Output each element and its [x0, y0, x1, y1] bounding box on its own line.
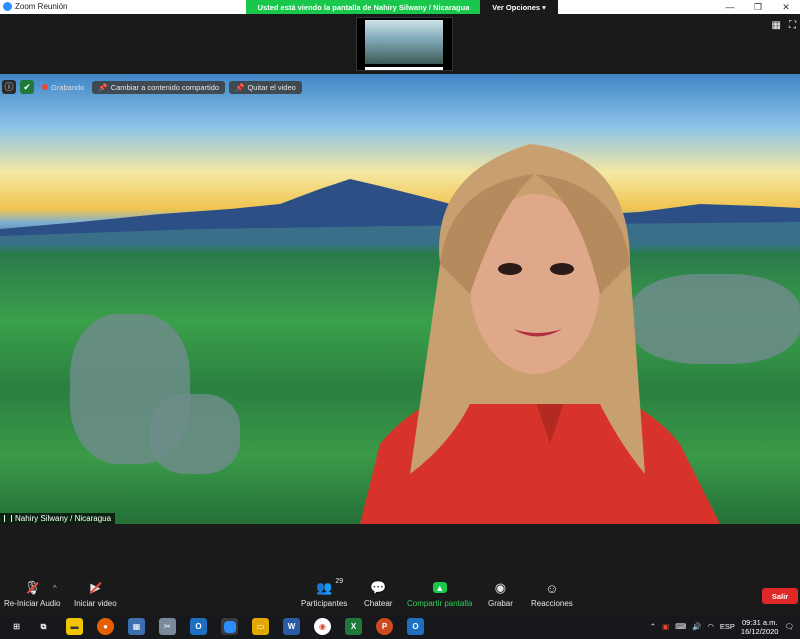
zoom-taskbar-icon[interactable] [221, 618, 238, 635]
window-title: Zoom Reunión [15, 2, 68, 11]
firefox-icon[interactable]: ● [97, 618, 114, 635]
info-icon[interactable]: ⓘ [2, 80, 16, 94]
view-options-label: Ver Opciones [492, 2, 541, 12]
chat-button[interactable]: 💬 Chatear [364, 580, 392, 608]
thumbnail-strip: ▦ ⛶ [0, 14, 800, 74]
remove-video-label: Quitar el video [247, 82, 296, 92]
volume-icon[interactable]: 🔊 [692, 622, 701, 631]
share-label: Compartir pantalla [407, 599, 473, 608]
participants-label: Participantes [301, 599, 348, 608]
clock-date: 16/12/2020 [740, 626, 779, 636]
minimize-button[interactable]: — [716, 0, 744, 14]
maximize-button[interactable]: ❐ [744, 0, 772, 14]
thumbnail-viewport-indicator [365, 67, 443, 70]
chat-bubble-icon: 💬 [370, 580, 387, 595]
audio-options-chevron-icon[interactable]: ^ [53, 584, 57, 593]
calculator-icon[interactable]: ▦ [128, 618, 145, 635]
word-icon[interactable]: W [283, 618, 300, 635]
participant-name-tag: Nahiry Silwany / Nicaragua [0, 513, 116, 524]
switch-to-shared-content-button[interactable]: 📌 Cambiar a contenido compartido [92, 80, 226, 94]
signal-strength-icon [4, 515, 12, 522]
antivirus-icon[interactable]: ▣ [662, 622, 669, 631]
pin-icon: 📌 [235, 82, 245, 92]
meeting-toolbar: 🎙 Re-Iniciar Audio ^ ▶ Iniciar video 👥 29… [0, 524, 800, 614]
thumbnail-image [365, 20, 443, 64]
keyboard-icon[interactable]: ⌨ [675, 622, 686, 631]
notifications-icon[interactable]: 🗨 [784, 622, 794, 631]
reactions-button[interactable]: ☺ Reacciones [531, 580, 573, 609]
view-options-button[interactable]: Ver Opciones ▾ [480, 0, 558, 14]
meeting-overlay-controls: ⓘ ✔ Grabando 📌 Cambiar a contenido compa… [2, 80, 302, 94]
participants-icon: 👥 29 [316, 578, 344, 595]
share-banner-message: Usted está viendo la pantalla de Nahiry … [257, 2, 470, 12]
chat-label: Chatear [364, 599, 393, 608]
audio-label: Re-Iniciar Audio [4, 599, 61, 608]
video-label: Iniciar video [74, 599, 117, 608]
shared-screen-thumbnail[interactable] [356, 17, 453, 71]
share-screen-button[interactable]: ▲ Compartir pantalla [407, 580, 472, 608]
app-title-group: Zoom Reunión [3, 2, 67, 11]
security-shield-icon[interactable]: ✔ [20, 80, 34, 94]
excel-icon[interactable]: X [345, 618, 362, 635]
microphone-muted-icon: 🎙 [23, 580, 41, 595]
record-icon: ◉ [494, 580, 507, 595]
participant-video-person [360, 144, 720, 524]
leave-meeting-button[interactable]: Salir [762, 588, 798, 604]
chevron-down-icon: ▾ [542, 2, 546, 12]
sticky-notes-icon[interactable]: ▬ [66, 618, 83, 635]
participants-button[interactable]: 👥 29 Participantes [301, 578, 348, 608]
clock[interactable]: 09:31 a.m. 16/12/2020 [741, 618, 779, 636]
gallery-view-icon[interactable]: ▦ [772, 20, 781, 31]
view-controls: ▦ ⛶ [772, 20, 796, 31]
record-button[interactable]: ◉ Grabar [488, 580, 513, 608]
participants-count: 29 [335, 578, 344, 585]
outlook-icon[interactable]: O [190, 618, 207, 635]
share-banner: Usted está viendo la pantalla de Nahiry … [246, 0, 558, 14]
wifi-icon[interactable]: ◠ [707, 622, 714, 631]
participant-name: Nahiry Silwany / Nicaragua [15, 514, 112, 523]
window-controls: — ❐ ✕ [716, 0, 800, 14]
snipping-tool-icon[interactable]: ✂ [159, 618, 176, 635]
start-button-windows-icon[interactable]: ⊞ [8, 618, 25, 635]
system-tray: ⌃ ▣ ⌨ 🔊 ◠ ESP 09:31 a.m. 16/12/2020 🗨 [650, 614, 800, 639]
recording-dot-icon [42, 84, 48, 90]
window-titlebar: Zoom Reunión Usted está viendo la pantal… [0, 0, 800, 14]
clock-time: 09:31 a.m. [741, 617, 778, 627]
smiley-plus-icon: ☺ [545, 580, 559, 596]
switch-content-label: Cambiar a contenido compartido [110, 82, 220, 92]
input-language[interactable]: ESP [720, 622, 735, 631]
windows-taskbar: ⊞ ⧉ ▬ ● ▦ ✂ O ▭ W ◉ X P O ⌃ ▣ ⌨ 🔊 ◠ ESP … [0, 614, 800, 639]
chevron-up-icon[interactable]: ⌃ [650, 622, 656, 631]
task-view-icon[interactable]: ⧉ [35, 618, 52, 635]
background-lake [150, 394, 240, 474]
audio-button[interactable]: 🎙 Re-Iniciar Audio [4, 580, 60, 608]
chrome-icon[interactable]: ◉ [314, 618, 331, 635]
fullscreen-icon[interactable]: ⛶ [789, 20, 796, 31]
recording-label: Grabando [51, 82, 85, 92]
outlook-alt-icon[interactable]: O [407, 618, 424, 635]
video-camera-off-icon: ▶ [86, 580, 104, 596]
main-video: ⓘ ✔ Grabando 📌 Cambiar a contenido compa… [0, 74, 800, 524]
powerpoint-icon[interactable]: P [376, 618, 393, 635]
pin-icon: 📌 [98, 82, 108, 92]
recording-indicator: Grabando [38, 83, 88, 92]
zoom-logo-icon [3, 2, 12, 11]
close-button[interactable]: ✕ [772, 0, 800, 14]
reactions-label: Reacciones [531, 599, 573, 608]
remove-video-button[interactable]: 📌 Quitar el video [229, 80, 302, 94]
record-label: Grabar [488, 599, 513, 608]
video-button[interactable]: ▶ Iniciar video [74, 580, 117, 608]
file-explorer-icon[interactable]: ▭ [252, 618, 269, 635]
share-screen-arrow-icon: ▲ [432, 582, 447, 593]
